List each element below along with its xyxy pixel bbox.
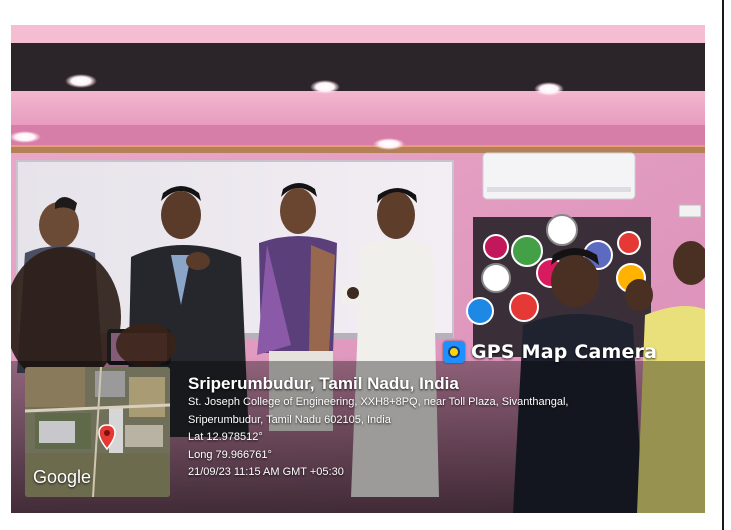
wall-switch xyxy=(678,204,702,218)
ceiling-light xyxy=(65,74,97,88)
google-logo: Google xyxy=(33,467,92,487)
poster-icon xyxy=(511,235,543,267)
poster-icon xyxy=(509,292,539,322)
address-line-2: Sriperumbudur, Tamil Nadu 602105, India xyxy=(188,413,391,426)
air-conditioner xyxy=(482,152,636,200)
ceiling-light xyxy=(534,82,564,96)
location-title: Sriperumbudur, Tamil Nadu, India xyxy=(188,374,459,393)
ceiling-dark-band xyxy=(11,43,705,95)
gps-map-camera-badge: GPS Map Camera xyxy=(443,339,657,365)
poster-icon xyxy=(617,231,641,255)
ceiling-light xyxy=(310,80,340,94)
ceiling-light-strip xyxy=(11,145,705,153)
ceiling-edge xyxy=(11,125,705,147)
ac-vent xyxy=(487,187,631,192)
image-canvas: GPS Map Camera Google Sriperumbudur, Tam… xyxy=(0,0,731,530)
timestamp-text: 21/09/23 11:15 AM GMT +05:30 xyxy=(188,466,344,478)
poster-icon xyxy=(481,263,511,293)
latitude-text: Lat 12.978512° xyxy=(188,431,263,443)
poster-icon xyxy=(483,234,509,260)
right-border xyxy=(722,0,724,530)
ceiling-light xyxy=(373,138,405,150)
longitude-text: Long 79.966761° xyxy=(188,448,272,461)
poster-icon xyxy=(466,297,494,325)
mini-satellite-map: Google xyxy=(25,367,170,497)
ceiling-panel xyxy=(11,91,705,125)
gps-camera-app-icon xyxy=(443,341,465,363)
app-badge-label: GPS Map Camera xyxy=(471,341,658,363)
poster-icon xyxy=(546,214,578,246)
location-info-block: Sriperumbudur, Tamil Nadu, India St. Jos… xyxy=(188,374,568,482)
event-photo: GPS Map Camera Google Sriperumbudur, Tam… xyxy=(11,25,705,513)
address-line-1: St. Joseph College of Engineering, XXH8+… xyxy=(188,396,569,408)
